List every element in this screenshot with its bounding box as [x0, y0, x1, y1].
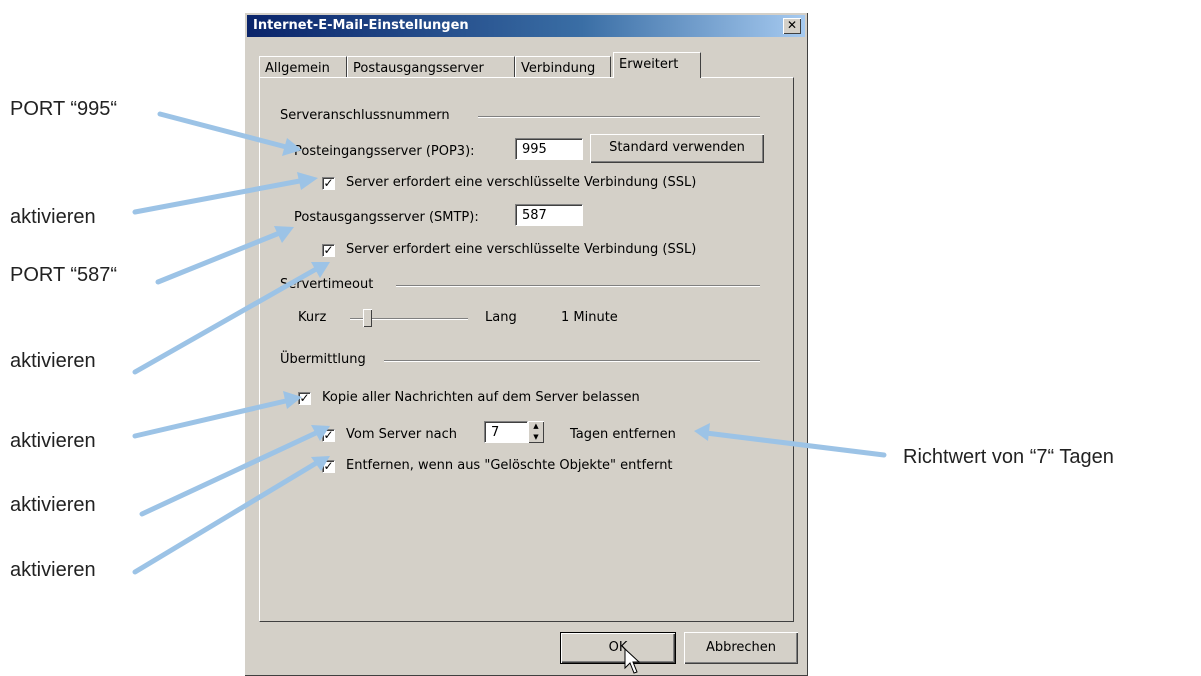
- tab-erweitert[interactable]: Erweitert: [613, 52, 701, 78]
- arrow-activate-3: [132, 397, 293, 439]
- annotation-activate-1: aktivieren: [10, 206, 96, 228]
- arrow-activate-5: [132, 459, 321, 575]
- arrow-activate-4: [139, 429, 321, 517]
- arrowhead-port-995: [282, 138, 302, 156]
- annotation-port-995: PORT “995“: [10, 98, 118, 120]
- arrow-days-hint: [703, 430, 887, 458]
- arrow-activate-2: [132, 265, 321, 375]
- arrowhead-days-hint: [694, 423, 710, 441]
- annotation-activate-5: aktivieren: [10, 559, 96, 581]
- arrow-port-587: [155, 229, 285, 285]
- arrowhead-activate-1: [297, 172, 318, 190]
- annotation-port-587: PORT “587“: [10, 264, 118, 286]
- arrowhead-activate-3: [283, 391, 302, 409]
- annotation-arrows: [132, 111, 887, 575]
- annotation-days-hint: Richtwert von “7“ Tagen: [903, 446, 1114, 468]
- arrow-activate-1: [132, 177, 308, 215]
- arrow-port-995: [157, 111, 293, 151]
- annotation-activate-4: aktivieren: [10, 494, 96, 516]
- annotation-activate-3: aktivieren: [10, 430, 96, 452]
- annotation-activate-2: aktivieren: [10, 350, 96, 372]
